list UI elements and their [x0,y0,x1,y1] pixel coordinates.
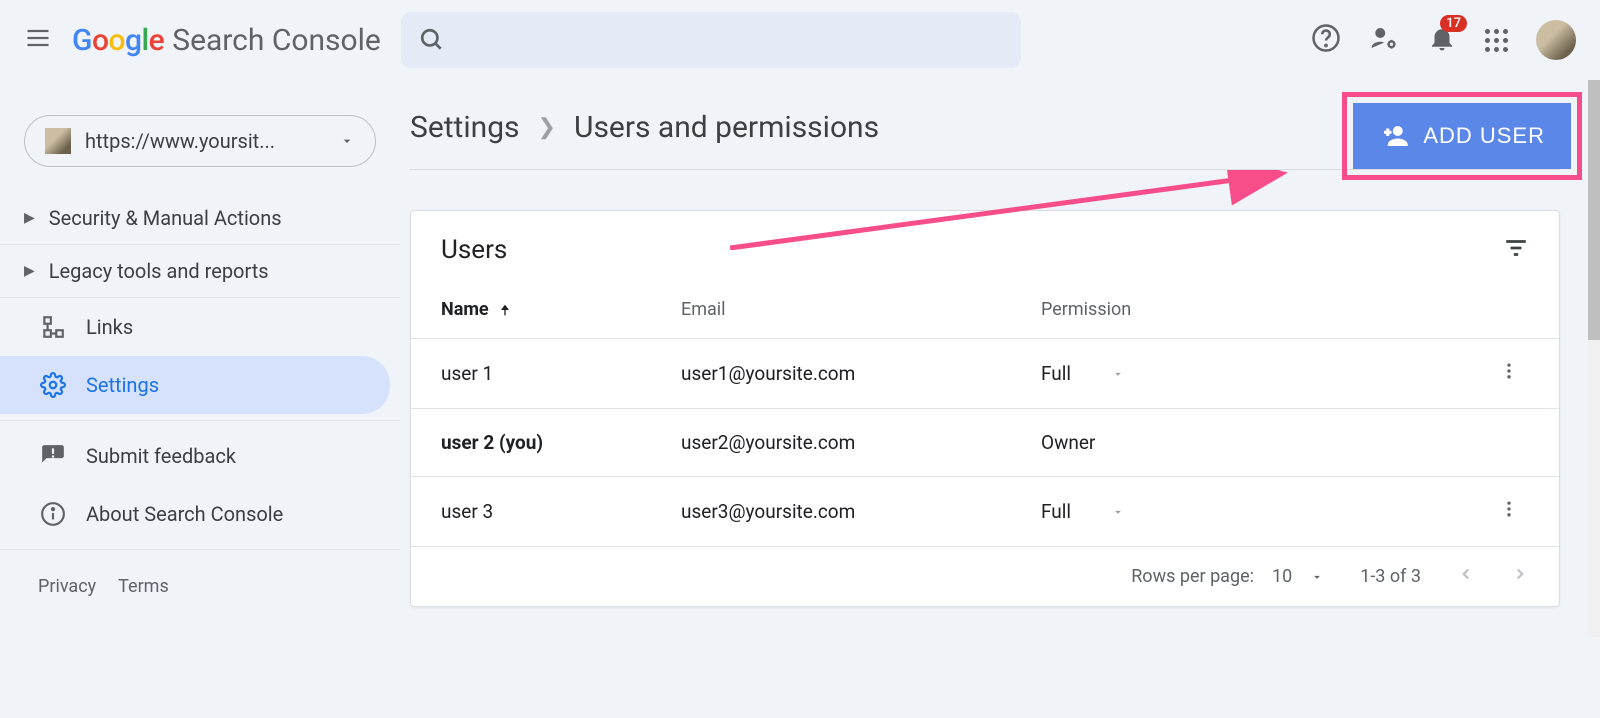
cell-name: user 1 [441,362,681,385]
sidebar-item-label: Submit feedback [86,444,236,468]
next-page-button[interactable] [1511,565,1529,588]
annotation-highlight: ADD USER [1342,92,1582,180]
main: Settings ❯ Users and permissions ADD USE… [400,80,1600,637]
filter-icon[interactable] [1503,235,1529,265]
people-settings-icon[interactable] [1369,23,1399,57]
more-icon[interactable] [1499,499,1529,524]
property-selector[interactable]: https://www.yoursit... [24,115,376,167]
apps-icon[interactable] [1485,29,1508,52]
sidebar-item-settings[interactable]: Settings [0,356,390,414]
avatar[interactable] [1536,20,1576,60]
footer-privacy[interactable]: Privacy [38,576,96,597]
rows-per-page-label: Rows per page: [1131,566,1254,587]
permission-value: Owner [1041,431,1291,454]
footer-terms[interactable]: Terms [118,576,169,597]
more-icon[interactable] [1499,361,1529,386]
sidebar-item-label: About Search Console [86,502,283,526]
column-name[interactable]: Name [441,299,681,320]
header: Google Search Console 17 [0,0,1600,80]
sidebar-group-label: Security & Manual Actions [49,206,282,230]
page-range: 1-3 of 3 [1360,566,1421,587]
property-thumbnail [45,128,71,154]
breadcrumb-parent[interactable]: Settings [410,110,520,145]
cell-name: user 2 (you) [441,431,681,454]
table-header: Name Email Permission [411,289,1559,339]
chevron-right-icon: ▶ [24,210,35,226]
sidebar-item-feedback[interactable]: Submit feedback [0,427,390,485]
property-label: https://www.yoursit... [85,129,325,153]
cell-email: user2@yoursite.com [681,431,1041,454]
chevron-right-icon: ❯ [538,115,556,140]
search-input[interactable] [401,12,1021,68]
caret-down-icon [1111,367,1125,381]
column-email[interactable]: Email [681,299,1041,320]
person-add-icon [1379,121,1409,151]
users-card: Users Name Email Permission user 1user1@… [410,210,1560,607]
cell-email: user3@yoursite.com [681,500,1041,523]
sort-asc-icon [497,302,513,318]
rows-per-page-value[interactable]: 10 [1272,566,1292,587]
table-row[interactable]: user 2 (you)user2@yoursite.comOwner [411,409,1559,477]
sidebar-item-about[interactable]: About Search Console [0,485,390,543]
prev-page-button[interactable] [1457,565,1475,588]
sidebar-group-security[interactable]: ▶ Security & Manual Actions [0,192,400,245]
cell-name: user 3 [441,500,681,523]
sidebar-item-links[interactable]: Links [0,298,390,356]
app-logo: Google Search Console [72,23,381,58]
cell-email: user1@yoursite.com [681,362,1041,385]
caret-down-icon [339,133,355,149]
sidebar: https://www.yoursit... ▶ Security & Manu… [0,80,400,637]
links-icon [40,314,66,340]
table-row[interactable]: user 3user3@yoursite.comFull [411,477,1559,547]
sidebar-item-label: Settings [86,373,159,397]
notifications-icon[interactable]: 17 [1427,23,1457,57]
sidebar-group-label: Legacy tools and reports [49,259,269,283]
column-permission[interactable]: Permission [1041,299,1291,320]
chevron-right-icon: ▶ [24,263,35,279]
sidebar-item-label: Links [86,315,133,339]
add-user-button[interactable]: ADD USER [1353,103,1571,169]
notification-badge: 17 [1440,15,1467,32]
app-title: Search Console [172,23,381,58]
permission-dropdown[interactable]: Full [1041,500,1291,523]
help-icon[interactable] [1311,23,1341,57]
permission-dropdown[interactable]: Full [1041,362,1291,385]
table-footer: Rows per page: 10 1-3 of 3 [411,547,1559,606]
feedback-icon [40,443,66,469]
info-icon [40,501,66,527]
gear-icon [40,372,66,398]
caret-down-icon [1111,505,1125,519]
menu-icon[interactable] [24,24,52,56]
breadcrumb-current: Users and permissions [574,110,879,145]
caret-down-icon[interactable] [1310,570,1324,584]
add-user-label: ADD USER [1423,123,1545,149]
scrollbar[interactable] [1588,80,1600,637]
table-row[interactable]: user 1user1@yoursite.comFull [411,339,1559,409]
card-title: Users [441,235,507,265]
sidebar-group-legacy[interactable]: ▶ Legacy tools and reports [0,245,400,298]
